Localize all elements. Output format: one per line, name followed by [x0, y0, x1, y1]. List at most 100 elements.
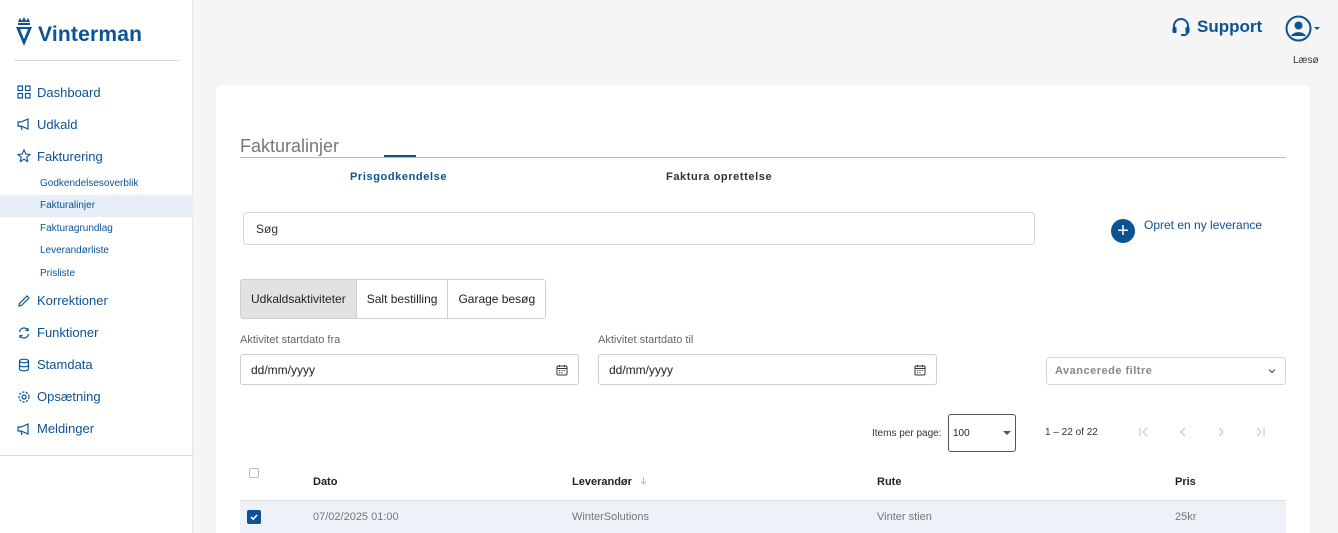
pencil-icon: [17, 294, 31, 308]
chevron-right-icon: [1218, 427, 1224, 437]
cell-dato: 07/02/2025 01:00: [313, 511, 399, 523]
user-avatar-icon: [1285, 15, 1312, 42]
items-per-page-label: Items per page:: [872, 428, 942, 439]
column-header-label: Rute: [877, 476, 902, 488]
date-value: dd/mm/yyyy: [609, 362, 674, 377]
sidebar-item-label: Fakturering: [37, 148, 103, 164]
sidebar-item-label: Stamdata: [37, 357, 93, 372]
divider: [14, 60, 179, 61]
sidebar-item-fakturering[interactable]: Fakturering: [0, 140, 193, 172]
sidebar-nav: Dashboard Udkald Fakturering Godkendelse…: [0, 76, 193, 445]
sidebar-subitem-label: Fakturalinjer: [40, 200, 96, 212]
advanced-filters-label: Avancerede filtre: [1055, 365, 1153, 377]
last-page-icon: [1256, 427, 1265, 437]
sidebar-item-stamdata[interactable]: Stamdata: [0, 349, 193, 381]
database-icon: [17, 358, 31, 372]
star-icon: [17, 149, 31, 163]
app-logo[interactable]: Vinterman: [14, 16, 142, 48]
sidebar-item-dashboard[interactable]: Dashboard: [0, 76, 193, 108]
sidebar-item-funktioner[interactable]: Funktioner: [0, 317, 193, 349]
app-name: Vinterman: [38, 23, 143, 46]
column-header-label: Pris: [1175, 476, 1196, 488]
sidebar-item-label: Dashboard: [37, 84, 101, 100]
sidebar-item-udkald[interactable]: Udkald: [0, 108, 193, 140]
sidebar-subitem-label: Godkendelsesoverblik: [40, 177, 139, 189]
search-input[interactable]: [243, 212, 1035, 245]
sidebar-item-label: Opsætning: [37, 389, 101, 404]
sort-arrow-icon: [639, 476, 648, 488]
next-page-button[interactable]: [1213, 424, 1229, 440]
account-menu-button[interactable]: [1285, 15, 1320, 42]
sidebar-item-meldinger[interactable]: Meldinger: [0, 413, 193, 445]
check-icon: [250, 514, 258, 521]
row-checkbox[interactable]: [247, 510, 261, 524]
sidebar-item-label: Funktioner: [37, 325, 99, 340]
refresh-icon: [17, 326, 31, 340]
sidebar-subitem-label: Fakturagrundlag: [40, 222, 113, 234]
segment-salt-bestilling[interactable]: Salt bestilling: [356, 280, 449, 318]
sidebar-subitem-fakturagrundlag[interactable]: Fakturagrundlag: [0, 217, 193, 240]
create-delivery-button[interactable]: + Opret en ny leverance: [1111, 209, 1262, 243]
sidebar-subitem-godkendelsesoverblik[interactable]: Godkendelsesoverblik: [0, 172, 193, 195]
account-name: Læsø: [1293, 55, 1319, 66]
sidebar-item-korrektioner[interactable]: Korrektioner: [0, 285, 193, 317]
items-per-page-select[interactable]: 100: [948, 414, 1016, 452]
sidebar-item-label: Udkald: [37, 116, 78, 132]
grid-icon: [17, 85, 31, 99]
activity-type-toggle: Udkaldsaktiviteter Salt bestilling Garag…: [240, 279, 547, 319]
start-date-to-input[interactable]: dd/mm/yyyy: [598, 354, 937, 385]
first-page-button[interactable]: [1136, 424, 1152, 440]
sidebar: Vinterman Dashboard Udkald Fakturering G…: [0, 0, 193, 533]
support-link[interactable]: Support: [1171, 17, 1262, 37]
plus-icon: +: [1111, 219, 1135, 243]
previous-page-button[interactable]: [1175, 424, 1191, 440]
start-date-from-input[interactable]: dd/mm/yyyy: [240, 354, 579, 385]
advanced-filters-dropdown[interactable]: Avancerede filtre: [1046, 357, 1286, 385]
pagination-range: 1 – 22 of 22: [1045, 427, 1098, 438]
create-delivery-label: Opret en ny leverance: [1144, 218, 1263, 232]
tab-faktura-oprettelse[interactable]: Faktura oprettelse: [666, 171, 772, 183]
column-header-pris[interactable]: Pris: [1175, 476, 1196, 488]
megaphone-icon: [17, 117, 31, 131]
column-header-label: Dato: [313, 476, 338, 488]
column-header-rute[interactable]: Rute: [877, 476, 901, 488]
support-label: Support: [1197, 17, 1263, 36]
segment-garage-besog[interactable]: Garage besøg: [448, 280, 546, 318]
segment-udkaldsaktiviteter[interactable]: Udkaldsaktiviteter: [241, 280, 357, 318]
calendar-icon[interactable]: [556, 364, 568, 376]
sidebar-subitem-prisliste[interactable]: Prisliste: [0, 262, 193, 285]
caret-down-icon: [1314, 27, 1320, 30]
first-page-icon: [1139, 427, 1148, 437]
last-page-button[interactable]: [1252, 424, 1268, 440]
crown-shield-icon: [16, 17, 32, 46]
sidebar-subitem-label: Leverandørliste: [40, 245, 109, 257]
items-per-page-value: 100: [953, 427, 970, 439]
sidebar-item-label: Meldinger: [37, 421, 95, 436]
headset-icon: [1172, 18, 1190, 37]
date-value: dd/mm/yyyy: [251, 362, 316, 377]
page-title: Fakturalinjer: [240, 136, 340, 156]
cell-pris: 25kr: [1175, 511, 1197, 523]
select-all-checkbox[interactable]: [249, 468, 259, 478]
tab-prisgodkendelse[interactable]: Prisgodkendelse: [350, 171, 447, 183]
sidebar-item-opsaetning[interactable]: Opsætning: [0, 381, 193, 413]
megaphone-icon: [17, 422, 31, 436]
chevron-left-icon: [1180, 427, 1186, 437]
start-date-from-label: Aktivitet startdato fra: [240, 334, 341, 346]
column-header-dato[interactable]: Dato: [313, 476, 337, 488]
calendar-icon[interactable]: [914, 364, 926, 376]
sidebar-subitem-fakturalinjer[interactable]: Fakturalinjer: [0, 194, 193, 217]
chevron-down-icon: [1268, 369, 1276, 374]
gear-icon: [17, 390, 31, 404]
divider: [240, 157, 1286, 158]
sidebar-item-label: Korrektioner: [37, 293, 108, 308]
divider: [0, 455, 193, 456]
column-header-leverandor[interactable]: Leverandør: [572, 476, 648, 488]
start-date-to-label: Aktivitet startdato til: [598, 334, 694, 346]
column-header-label: Leverandør: [572, 476, 632, 488]
caret-down-icon: [1003, 431, 1011, 435]
cell-leverandor: WinterSolutions: [572, 511, 650, 523]
sidebar-subitem-label: Prisliste: [40, 267, 76, 279]
tab-indicator: [384, 155, 416, 157]
sidebar-subitem-leverandorliste[interactable]: Leverandørliste: [0, 240, 193, 263]
